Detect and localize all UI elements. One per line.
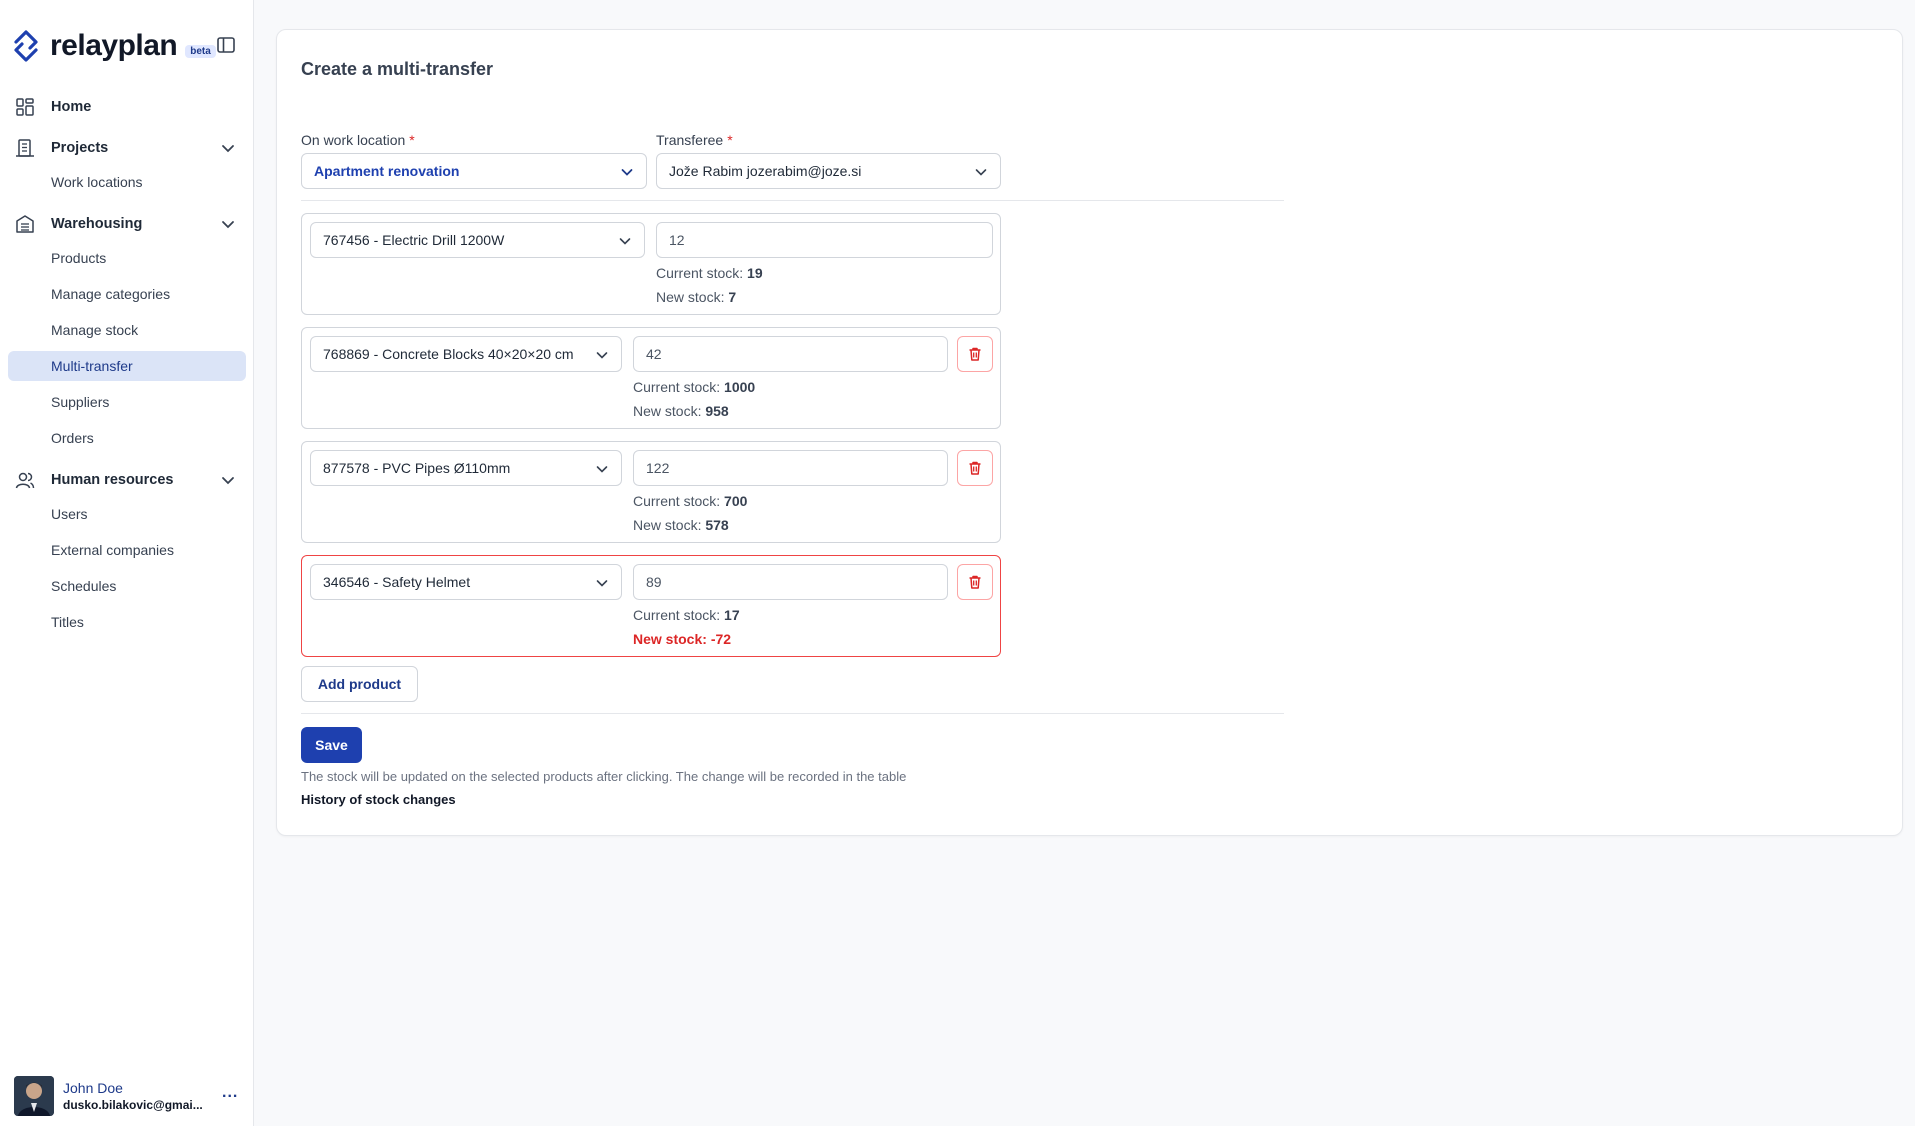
- history-link[interactable]: History of stock changes: [301, 792, 456, 807]
- current-stock: Current stock: 700: [633, 493, 748, 509]
- quantity-input[interactable]: 89: [633, 564, 948, 600]
- trash-icon: [969, 575, 981, 589]
- users-icon: [14, 469, 36, 491]
- transfer-row: 768869 - Concrete Blocks 40×20×20 cm 42 …: [301, 327, 1001, 429]
- chevron-down-icon: [621, 169, 633, 176]
- help-text: The stock will be updated on the selecte…: [301, 769, 907, 784]
- current-stock: Current stock: 1000: [633, 379, 756, 395]
- sidebar-item-orders[interactable]: Orders: [8, 423, 246, 453]
- current-stock: Current stock: 19: [656, 265, 763, 281]
- work-location-select[interactable]: Apartment renovation: [301, 153, 647, 189]
- transferee-label: Transferee *: [656, 132, 733, 148]
- transferee-value: Jože Rabim jozerabim@joze.si: [669, 163, 862, 179]
- dashboard-icon: [14, 96, 36, 118]
- user-menu[interactable]: John Doe dusko.bilakovic@gmai... ...: [14, 1076, 240, 1116]
- chevron-down-icon[interactable]: [220, 472, 236, 488]
- new-stock: New stock: 578: [633, 517, 729, 533]
- beta-badge: beta: [185, 44, 216, 58]
- sidebar: relayplan beta Home Projects Work locati…: [0, 0, 254, 1126]
- user-email: dusko.bilakovic@gmai...: [63, 1098, 203, 1112]
- page-title: Create a multi-transfer: [301, 59, 494, 79]
- chevron-down-icon: [975, 169, 987, 176]
- sidebar-item-multi-transfer[interactable]: Multi-transfer: [8, 351, 246, 381]
- chevron-down-icon: [596, 580, 608, 587]
- sidebar-toggle-icon[interactable]: [216, 35, 236, 55]
- divider: [301, 200, 1284, 201]
- divider: [301, 713, 1284, 714]
- sidebar-item-warehousing[interactable]: Warehousing: [8, 207, 246, 241]
- user-name: John Doe: [63, 1080, 123, 1096]
- delete-row-button[interactable]: [957, 336, 993, 372]
- sidebar-item-titles[interactable]: Titles: [8, 607, 246, 637]
- sidebar-item-projects[interactable]: Projects: [8, 131, 246, 165]
- sidebar-item-human-resources[interactable]: Human resources: [8, 463, 246, 497]
- sidebar-item-suppliers[interactable]: Suppliers: [8, 387, 246, 417]
- delete-row-button[interactable]: [957, 450, 993, 486]
- relayplan-logo-icon: [14, 30, 38, 62]
- sidebar-item-manage-stock[interactable]: Manage stock: [8, 315, 246, 345]
- multi-transfer-card: Create a multi-transfer On work location…: [276, 29, 1903, 836]
- product-value: 877578 - PVC Pipes Ø110mm: [323, 460, 511, 476]
- chevron-down-icon[interactable]: [220, 140, 236, 156]
- current-stock: Current stock: 17: [633, 607, 740, 623]
- product-select[interactable]: 768869 - Concrete Blocks 40×20×20 cm: [310, 336, 622, 372]
- sidebar-item-label: Home: [51, 99, 92, 115]
- transfer-row: 767456 - Electric Drill 1200W 12 Current…: [301, 213, 1001, 315]
- sidebar-item-label: Warehousing: [51, 216, 143, 232]
- sidebar-item-label: Projects: [51, 140, 109, 156]
- sidebar-item-users[interactable]: Users: [8, 499, 246, 529]
- transfer-row: 877578 - PVC Pipes Ø110mm 122 Current st…: [301, 441, 1001, 543]
- avatar: [14, 1076, 54, 1116]
- product-value: 767456 - Electric Drill 1200W: [323, 232, 505, 248]
- warehouse-icon: [14, 213, 36, 235]
- chevron-down-icon: [596, 466, 608, 473]
- sidebar-item-label: Human resources: [51, 472, 174, 488]
- new-stock: New stock: 958: [633, 403, 729, 419]
- work-location-label: On work location *: [301, 132, 415, 148]
- brand-name: relayplan: [50, 29, 178, 62]
- sidebar-item-schedules[interactable]: Schedules: [8, 571, 246, 601]
- building-icon: [14, 137, 36, 159]
- sidebar-item-manage-categories[interactable]: Manage categories: [8, 279, 246, 309]
- new-stock: New stock: 7: [656, 289, 737, 305]
- quantity-input[interactable]: 12: [656, 222, 993, 258]
- save-button[interactable]: Save: [301, 727, 362, 763]
- chevron-down-icon[interactable]: [220, 216, 236, 232]
- quantity-input[interactable]: 122: [633, 450, 948, 486]
- brand[interactable]: relayplan beta: [8, 26, 216, 66]
- add-product-button[interactable]: Add product: [301, 666, 418, 702]
- transfer-row-error: 346546 - Safety Helmet 89 Current stock:…: [301, 555, 1001, 657]
- trash-icon: [969, 461, 981, 475]
- quantity-input[interactable]: 42: [633, 336, 948, 372]
- sidebar-item-work-locations[interactable]: Work locations: [8, 167, 246, 197]
- product-value: 346546 - Safety Helmet: [323, 574, 471, 590]
- new-stock-negative: New stock: -72: [633, 631, 732, 647]
- product-value: 768869 - Concrete Blocks 40×20×20 cm: [323, 346, 574, 362]
- product-select[interactable]: 346546 - Safety Helmet: [310, 564, 622, 600]
- sidebar-item-products[interactable]: Products: [8, 243, 246, 273]
- more-options-icon[interactable]: ...: [222, 1084, 238, 1102]
- trash-icon: [969, 347, 981, 361]
- chevron-down-icon: [619, 238, 631, 245]
- chevron-down-icon: [596, 352, 608, 359]
- product-select[interactable]: 877578 - PVC Pipes Ø110mm: [310, 450, 622, 486]
- product-select[interactable]: 767456 - Electric Drill 1200W: [310, 222, 645, 258]
- delete-row-button[interactable]: [957, 564, 993, 600]
- transferee-select[interactable]: Jože Rabim jozerabim@joze.si: [656, 153, 1001, 189]
- sidebar-item-external-companies[interactable]: External companies: [8, 535, 246, 565]
- work-location-value: Apartment renovation: [314, 163, 460, 179]
- sidebar-item-home[interactable]: Home: [8, 90, 246, 124]
